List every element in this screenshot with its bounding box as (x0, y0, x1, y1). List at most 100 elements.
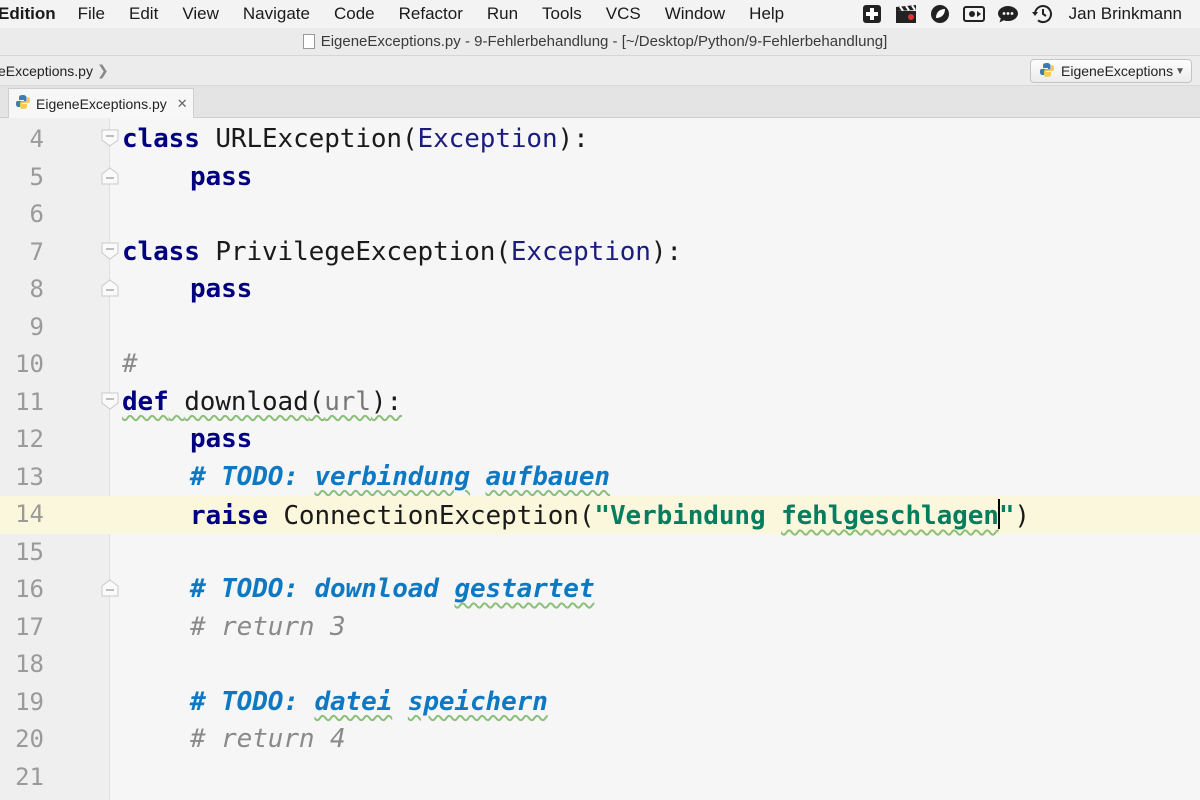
fold-marker-icon[interactable] (100, 128, 120, 148)
navigation-bar: eExceptions.py ❯ EigeneExceptions ▼ (0, 56, 1200, 86)
code-line[interactable]: 19 # TODO: datei speichern (0, 684, 1200, 722)
user-name[interactable]: Jan Brinkmann (1069, 4, 1182, 24)
code-editor[interactable]: 4 class URLException(Exception): 5 pass … (0, 118, 1200, 800)
menu-view[interactable]: View (182, 4, 219, 24)
python-file-icon (15, 94, 31, 113)
todo-word: speichern (407, 686, 548, 717)
chat-bubble-icon[interactable] (997, 3, 1019, 25)
code-line[interactable]: 21 (0, 759, 1200, 797)
code-line[interactable]: 20 # return 4 (0, 721, 1200, 759)
paren: ): (650, 236, 682, 267)
code-text: raise ConnectionException("Verbindung fe… (190, 499, 1030, 531)
python-file-icon (1039, 62, 1055, 81)
menu-refactor[interactable]: Refactor (399, 4, 463, 24)
todo-marker: TODO: (221, 686, 315, 717)
fold-end-marker-icon[interactable] (100, 578, 120, 598)
code-line[interactable]: 9 (0, 309, 1200, 347)
string-literal-word: fehlgeschlagen (781, 501, 999, 531)
line-number: 19 (15, 687, 44, 716)
code-line[interactable]: 12 pass (0, 421, 1200, 459)
line-number: 16 (15, 575, 44, 603)
code-line[interactable]: 15 (0, 534, 1200, 572)
line-number: 18 (15, 650, 44, 678)
circle-leaf-icon[interactable] (929, 3, 951, 25)
tab-label: EigeneExceptions.py (36, 95, 167, 112)
code-line[interactable]: 18 (0, 646, 1200, 684)
fold-end-marker-icon[interactable] (100, 278, 120, 298)
keyword: pass (190, 274, 253, 304)
fold-marker-icon[interactable] (100, 391, 120, 411)
keyword: raise (190, 501, 268, 531)
line-number: 13 (15, 462, 44, 491)
parameter: url (324, 386, 371, 417)
line-number: 9 (29, 312, 44, 341)
fold-end-marker-icon[interactable] (100, 166, 120, 186)
code-line[interactable]: 10 # (0, 346, 1200, 384)
window-title: EigeneExceptions.py - 9-Fehlerbehandlung… (320, 33, 888, 50)
base-class: Exception (417, 124, 558, 154)
code-line[interactable]: 5 pass (0, 159, 1200, 197)
paren: ( (401, 124, 418, 154)
breadcrumb[interactable]: eExceptions.py ❯ (0, 62, 109, 79)
menu-edit[interactable]: Edit (129, 4, 158, 24)
tab-eigene-exceptions[interactable]: EigeneExceptions.py ✕ (8, 88, 194, 118)
line-number: 20 (15, 725, 44, 753)
comment: # return 3 (190, 611, 346, 642)
editor-tab-bar: EigeneExceptions.py ✕ (0, 86, 1200, 118)
close-icon[interactable]: ✕ (177, 96, 188, 112)
code-line[interactable]: 4 class URLException(Exception): (0, 121, 1200, 159)
code-text: # TODO: download gestartet (190, 574, 595, 604)
menu-run[interactable]: Run (487, 4, 518, 24)
clapperboard-icon[interactable] (895, 3, 917, 25)
menu-help[interactable]: Help (749, 4, 784, 24)
class-name: PrivilegeException (215, 236, 496, 267)
time-machine-icon[interactable] (1031, 3, 1053, 25)
menu-vcs[interactable]: VCS (606, 4, 641, 24)
paren: ): (557, 124, 589, 154)
code-text: pass (190, 162, 252, 192)
code-text: pass (190, 424, 252, 454)
keyword: def (122, 386, 169, 417)
screen-record-icon[interactable] (962, 3, 985, 25)
paren: ): (370, 386, 403, 417)
run-configuration-select[interactable]: EigeneExceptions ▼ (1030, 59, 1192, 83)
code-line[interactable]: 11 def download(url): (0, 384, 1200, 422)
line-number: 4 (29, 125, 44, 153)
breadcrumb-file[interactable]: eExceptions.py (0, 63, 93, 79)
fold-marker-icon[interactable] (100, 241, 120, 261)
menu-window[interactable]: Window (665, 4, 725, 24)
document-icon (302, 34, 315, 49)
paren: ( (495, 236, 511, 267)
menu-navigate[interactable]: Navigate (243, 4, 310, 24)
medical-cross-icon[interactable] (861, 3, 883, 25)
menu-code[interactable]: Code (334, 4, 375, 24)
chevron-down-icon: ▼ (1175, 65, 1185, 77)
code-line[interactable]: 6 (0, 196, 1200, 234)
app-menu[interactable]: Edition (0, 4, 56, 24)
line-number: 11 (15, 387, 44, 416)
code-line[interactable]: 8 pass (0, 271, 1200, 309)
exception-name: ConnectionException (283, 501, 579, 531)
code-text: class URLException(Exception): (122, 124, 589, 154)
paren: ( (578, 501, 595, 531)
string-literal: "Verbindung (594, 501, 782, 531)
code-text: # (122, 349, 138, 379)
keyword: pass (190, 161, 253, 192)
code-line[interactable]: 16 # TODO: download gestartet (0, 571, 1200, 609)
comment-hash: # (190, 574, 222, 604)
code-line[interactable]: 17 # return 3 (0, 609, 1200, 647)
menu-file[interactable]: File (78, 4, 105, 24)
menu-tools[interactable]: Tools (542, 4, 582, 24)
paren: ( (308, 386, 325, 417)
comment-hash: # (190, 461, 222, 492)
comment: # (122, 349, 138, 379)
code-text: # return 3 (190, 612, 346, 642)
todo-marker: TODO: (221, 461, 315, 492)
code-text: # return 4 (190, 724, 346, 754)
code-line[interactable]: 13 # TODO: verbindung aufbauen (0, 459, 1200, 497)
line-number: 8 (29, 275, 44, 303)
current-code-line[interactable]: 14 raise ConnectionException("Verbindung… (0, 496, 1200, 534)
code-line[interactable]: 7 class PrivilegeException(Exception): (0, 234, 1200, 272)
window-title-bar[interactable]: EigeneExceptions.py - 9-Fehlerbehandlung… (0, 28, 1200, 56)
keyword: class (122, 236, 200, 267)
